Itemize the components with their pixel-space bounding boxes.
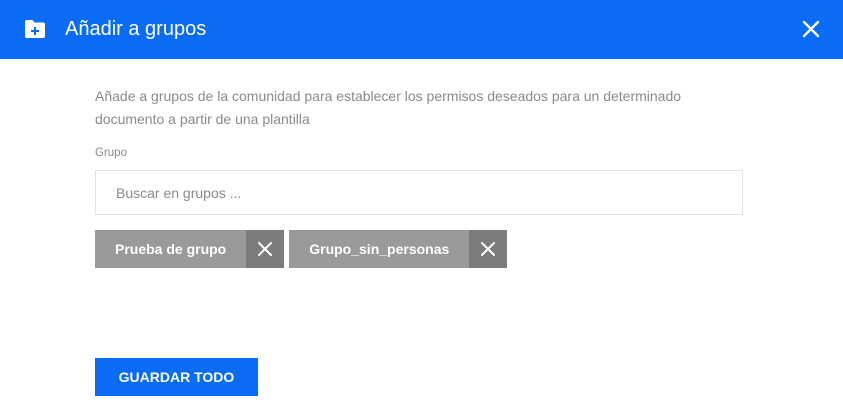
folder-plus-icon <box>24 19 46 39</box>
dialog-description: Añade a grupos de la comunidad para esta… <box>95 88 682 127</box>
group-tag-label: Prueba de grupo <box>95 230 247 268</box>
close-icon[interactable] <box>481 242 496 256</box>
dialog-header: Añadir a grupos <box>0 0 843 59</box>
selected-groups: Prueba de grupo Grupo_sin_personas <box>95 230 508 268</box>
remove-tag-button[interactable] <box>469 230 508 268</box>
close-button[interactable] <box>801 19 821 39</box>
group-tag: Grupo_sin_personas <box>289 230 508 268</box>
dialog-title: Añadir a grupos <box>65 18 207 40</box>
close-icon[interactable] <box>801 19 821 39</box>
close-icon[interactable] <box>258 242 273 256</box>
remove-tag-button[interactable] <box>246 230 285 268</box>
add-to-groups-dialog: Añadir a grupos Añade a grupos de la com… <box>0 0 843 419</box>
group-tag-label: Grupo_sin_personas <box>289 230 470 268</box>
group-field-label: Grupo <box>95 147 127 159</box>
save-all-button[interactable]: GUARDAR TODO <box>95 358 258 396</box>
group-search-input[interactable] <box>95 170 743 215</box>
group-tag: Prueba de grupo <box>95 230 285 268</box>
